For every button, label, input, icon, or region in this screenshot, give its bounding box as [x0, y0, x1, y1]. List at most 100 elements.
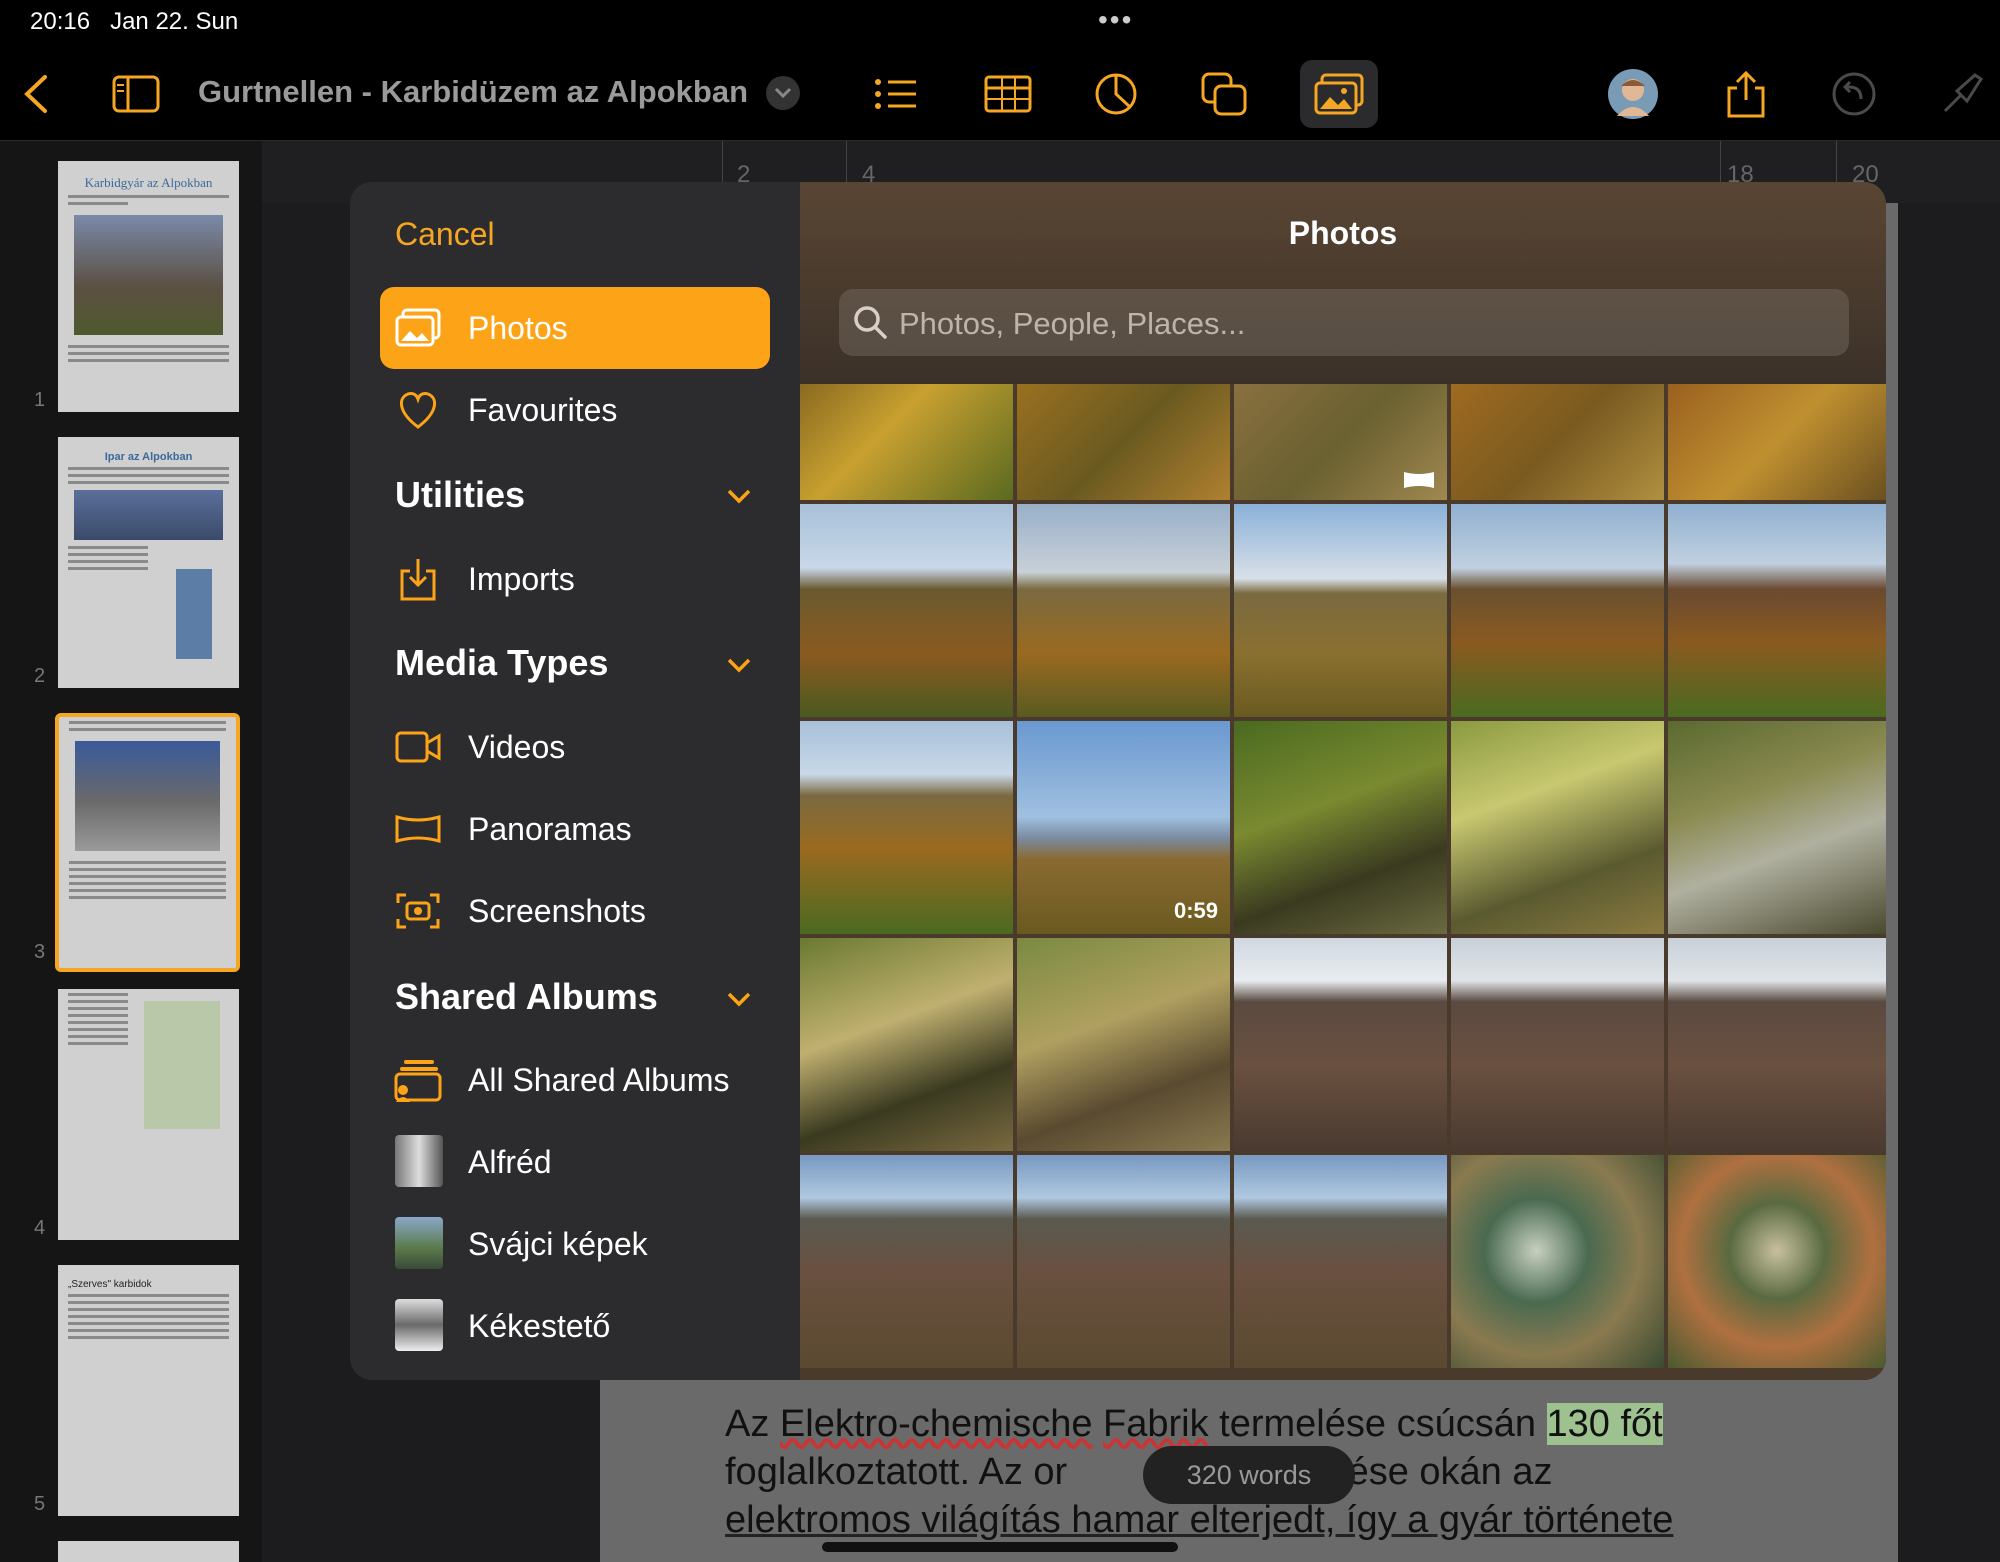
word-count-pill[interactable]: 320 words [1143, 1446, 1355, 1504]
album-cover-image [395, 1217, 443, 1269]
insert-chart-button[interactable] [1088, 66, 1144, 122]
thumbnail-heading: Karbidgyár az Alpokban [84, 175, 213, 190]
sidebar-item-panoramas[interactable]: Panoramas [380, 788, 770, 870]
photo-thumbnail[interactable] [1017, 384, 1230, 500]
highlighted-text[interactable]: 130 főt [1546, 1403, 1663, 1445]
undo-button[interactable] [1826, 66, 1882, 122]
share-icon [1727, 70, 1765, 118]
photo-thumbnail[interactable] [1234, 938, 1447, 1151]
chevron-down-icon[interactable] [726, 991, 752, 1009]
format-button[interactable] [1934, 66, 1990, 122]
insert-table-button[interactable] [980, 66, 1036, 122]
photo-thumbnail[interactable] [1017, 938, 1230, 1151]
section-header-media-types[interactable]: Media Types [395, 642, 608, 684]
video-icon [394, 723, 442, 771]
sidebar-item-label: Kékestető [468, 1307, 611, 1344]
home-indicator[interactable] [822, 1542, 1178, 1552]
photo-thumbnail[interactable] [800, 938, 1013, 1151]
back-button[interactable] [8, 66, 64, 122]
thumbnail-heading: „Szerves" karbidok [68, 1279, 152, 1290]
photo-thumbnail[interactable] [1668, 504, 1886, 717]
panorama-icon [394, 805, 442, 853]
sidebar-item-label: All Shared Albums [468, 1061, 730, 1098]
photo-thumbnail[interactable] [1451, 384, 1664, 500]
photo-thumbnail[interactable] [1668, 1155, 1886, 1368]
section-header-utilities[interactable]: Utilities [395, 474, 525, 516]
photo-thumbnail[interactable] [800, 504, 1013, 717]
photo-thumbnail[interactable] [1668, 721, 1886, 934]
chevron-down-icon[interactable] [726, 657, 752, 675]
sidebar-item-label: Imports [468, 560, 575, 597]
page-thumbnail-3[interactable] [55, 713, 240, 972]
page-number: 4 [34, 1217, 46, 1239]
page-number: 1 [34, 389, 46, 411]
import-icon [394, 555, 442, 603]
search-input[interactable] [897, 289, 1831, 358]
photo-thumbnail[interactable] [1234, 504, 1447, 717]
thumbnail-image [75, 741, 220, 851]
photo-thumbnail[interactable] [1668, 384, 1886, 500]
page-number: 3 [34, 941, 46, 963]
sidebar-item-album-svajci-kepek[interactable]: Svájci képek [380, 1203, 770, 1285]
photo-thumbnail[interactable] [1017, 1155, 1230, 1368]
photo-thumbnail[interactable] [800, 384, 1013, 500]
undo-icon [1832, 72, 1876, 116]
sidebar-item-album-alfred[interactable]: Alfréd [380, 1121, 770, 1203]
chevron-down-icon[interactable] [726, 488, 752, 506]
photo-thumbnail[interactable] [1017, 504, 1230, 717]
share-button[interactable] [1718, 66, 1774, 122]
sidebar-item-label: Photos [468, 309, 568, 346]
sidebar-toggle-button[interactable] [108, 66, 164, 122]
photo-thumbnail[interactable] [800, 1155, 1013, 1368]
photo-thumbnail[interactable] [1451, 938, 1664, 1151]
page-thumbnail-4[interactable] [58, 989, 239, 1240]
paintbrush-icon [1943, 73, 1984, 113]
text-line: Az Elektro-chemische Fabrik termelése cs… [725, 1403, 1663, 1445]
photo-thumbnail[interactable] [1451, 504, 1664, 717]
page-thumbnail-6[interactable] [58, 1541, 239, 1562]
photo-thumbnail[interactable] [800, 721, 1013, 934]
photo-thumbnail[interactable] [1234, 1155, 1447, 1368]
thumbnail-image [74, 490, 223, 540]
section-header-shared-albums[interactable]: Shared Albums [395, 976, 658, 1018]
list-icon [875, 79, 916, 109]
document-title[interactable]: Gurtnellen - Karbidüzem az Alpokban [198, 74, 748, 110]
misspelled-word[interactable]: Elektro-chemische [780, 1403, 1093, 1445]
sidebar-item-favourites[interactable]: Favourites [380, 369, 770, 451]
photo-thumbnail[interactable] [1451, 1155, 1664, 1368]
page-number: 2 [34, 665, 46, 687]
format-list-button[interactable] [868, 66, 924, 122]
search-field[interactable] [839, 289, 1849, 358]
chart-icon [1095, 73, 1137, 115]
sidebar-item-photos[interactable]: Photos [380, 287, 770, 369]
insert-media-button[interactable] [1311, 66, 1367, 122]
sidebar-item-label: Videos [468, 728, 566, 765]
table-icon [984, 75, 1032, 113]
misspelled-word[interactable]: Fabrik [1103, 1403, 1209, 1445]
sidebar-item-videos[interactable]: Videos [380, 706, 770, 788]
page-thumbnail-1[interactable]: Karbidgyár az Alpokban [58, 161, 239, 412]
status-bar: 20:16 Jan 22. Sun ••• [0, 0, 2000, 48]
photo-thumbnail[interactable]: 0:59 [1017, 721, 1230, 934]
photo-thumbnail[interactable] [1234, 721, 1447, 934]
sidebar-item-screenshots[interactable]: Screenshots [380, 870, 770, 952]
chevron-down-icon [774, 87, 792, 99]
cancel-button[interactable]: Cancel [395, 216, 495, 253]
picker-sidebar: Cancel Photos Favourites Utilities Impor… [350, 182, 800, 1380]
page-thumbnail-5[interactable]: „Szerves" karbidok [58, 1265, 239, 1516]
page-thumbnail-2[interactable]: Ipar az Alpokban [58, 437, 239, 688]
collaborator-avatar[interactable] [1605, 66, 1661, 122]
toolbar: Gurtnellen - Karbidüzem az Alpokban [0, 48, 2000, 141]
photo-thumbnail[interactable] [1668, 938, 1886, 1151]
thumbnail-heading: Ipar az Alpokban [104, 451, 193, 463]
photo-thumbnail[interactable] [1234, 384, 1447, 500]
sidebar-item-imports[interactable]: Imports [380, 538, 770, 620]
sidebar-item-album-kekesteto[interactable]: Kékestető [380, 1285, 770, 1367]
album-cover-image [395, 1299, 443, 1351]
thumbnail-image [176, 569, 212, 659]
photo-thumbnail[interactable] [1451, 721, 1664, 934]
insert-shape-button[interactable] [1196, 66, 1252, 122]
title-menu-button[interactable] [766, 76, 800, 110]
multitasking-dots[interactable]: ••• [1098, 4, 1133, 36]
sidebar-item-all-shared-albums[interactable]: All Shared Albums [380, 1039, 770, 1121]
